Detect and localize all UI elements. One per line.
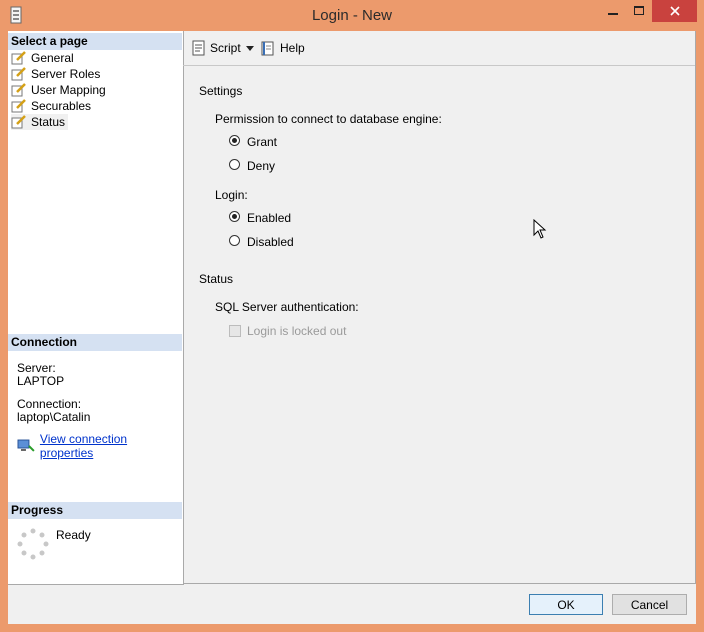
ok-label: OK — [557, 597, 575, 612]
title-bar[interactable]: Login - New — [0, 0, 704, 30]
page-item-general[interactable]: General — [11, 50, 77, 66]
cancel-label: Cancel — [630, 597, 669, 612]
chevron-down-icon — [246, 45, 254, 51]
dialog-client: Select a page General Server Roles User … — [8, 31, 696, 624]
maximize-icon — [634, 6, 644, 15]
progress-status: Ready — [56, 528, 91, 542]
page-item-securables[interactable]: Securables — [11, 98, 94, 114]
connection-properties-icon — [17, 439, 35, 452]
script-button[interactable]: Script — [191, 40, 241, 56]
progress-spinner-icon — [17, 528, 49, 560]
connection-value: laptop\Catalin — [17, 410, 91, 424]
script-dropdown[interactable] — [246, 40, 254, 56]
permission-label: Permission to connect to database engine… — [215, 112, 442, 126]
page-icon — [11, 67, 26, 81]
mouse-cursor-icon — [533, 219, 547, 239]
left-panel: Select a page General Server Roles User … — [8, 31, 184, 585]
page-item-user-mapping[interactable]: User Mapping — [11, 82, 109, 98]
toolbar: Script Help — [183, 31, 695, 66]
maximize-button[interactable] — [626, 0, 652, 22]
ok-button[interactable]: OK — [529, 594, 603, 615]
server-value: LAPTOP — [17, 374, 65, 388]
sql-auth-label: SQL Server authentication: — [215, 300, 359, 314]
page-item-label: Securables — [31, 99, 92, 113]
help-button[interactable]: Help — [261, 40, 305, 56]
page-icon — [11, 83, 26, 97]
page-item-label: Server Roles — [31, 67, 101, 81]
right-panel: Script Help Settings Permission to conne… — [183, 31, 696, 584]
window-title: Login - New — [311, 7, 393, 24]
cancel-button[interactable]: Cancel — [612, 594, 687, 615]
script-icon — [192, 40, 205, 56]
enabled-radio[interactable] — [229, 211, 240, 222]
close-icon — [669, 6, 680, 16]
script-label: Script — [210, 41, 241, 55]
close-button[interactable] — [652, 0, 697, 22]
deny-radio[interactable] — [229, 159, 240, 170]
minimize-button[interactable] — [600, 0, 626, 22]
status-header: Status — [199, 272, 234, 286]
page-item-label: User Mapping — [31, 83, 106, 97]
page-item-label: General — [31, 51, 74, 65]
settings-header: Settings — [199, 84, 243, 98]
page-item-server-roles[interactable]: Server Roles — [11, 66, 103, 82]
view-connection-properties-link[interactable]: View connection properties — [40, 432, 183, 460]
view-connection-properties[interactable]: View connection properties — [17, 432, 183, 460]
page-icon — [11, 51, 26, 65]
server-label: Server: — [17, 361, 56, 375]
minimize-icon — [608, 13, 618, 15]
connection-label: Connection: — [17, 397, 82, 411]
page-icon — [11, 99, 26, 113]
select-page-header: Select a page — [8, 33, 182, 50]
grant-radio[interactable] — [229, 135, 240, 146]
page-icon — [11, 115, 26, 129]
locked-out-label: Login is locked out — [247, 324, 347, 338]
login-label: Login: — [215, 188, 248, 202]
disabled-radio[interactable] — [229, 235, 240, 246]
enabled-label[interactable]: Enabled — [247, 211, 291, 225]
grant-label[interactable]: Grant — [247, 135, 277, 149]
help-icon — [261, 41, 274, 56]
connection-header: Connection — [8, 334, 182, 351]
progress-header: Progress — [8, 502, 182, 519]
locked-out-checkbox[interactable] — [229, 325, 241, 337]
deny-label[interactable]: Deny — [247, 159, 275, 173]
dialog-window: Login - New Select a page General Server… — [0, 0, 704, 632]
page-item-status[interactable]: Status — [11, 114, 69, 130]
disabled-label[interactable]: Disabled — [247, 235, 294, 249]
page-item-label: Status — [31, 115, 66, 129]
help-label: Help — [280, 41, 305, 55]
